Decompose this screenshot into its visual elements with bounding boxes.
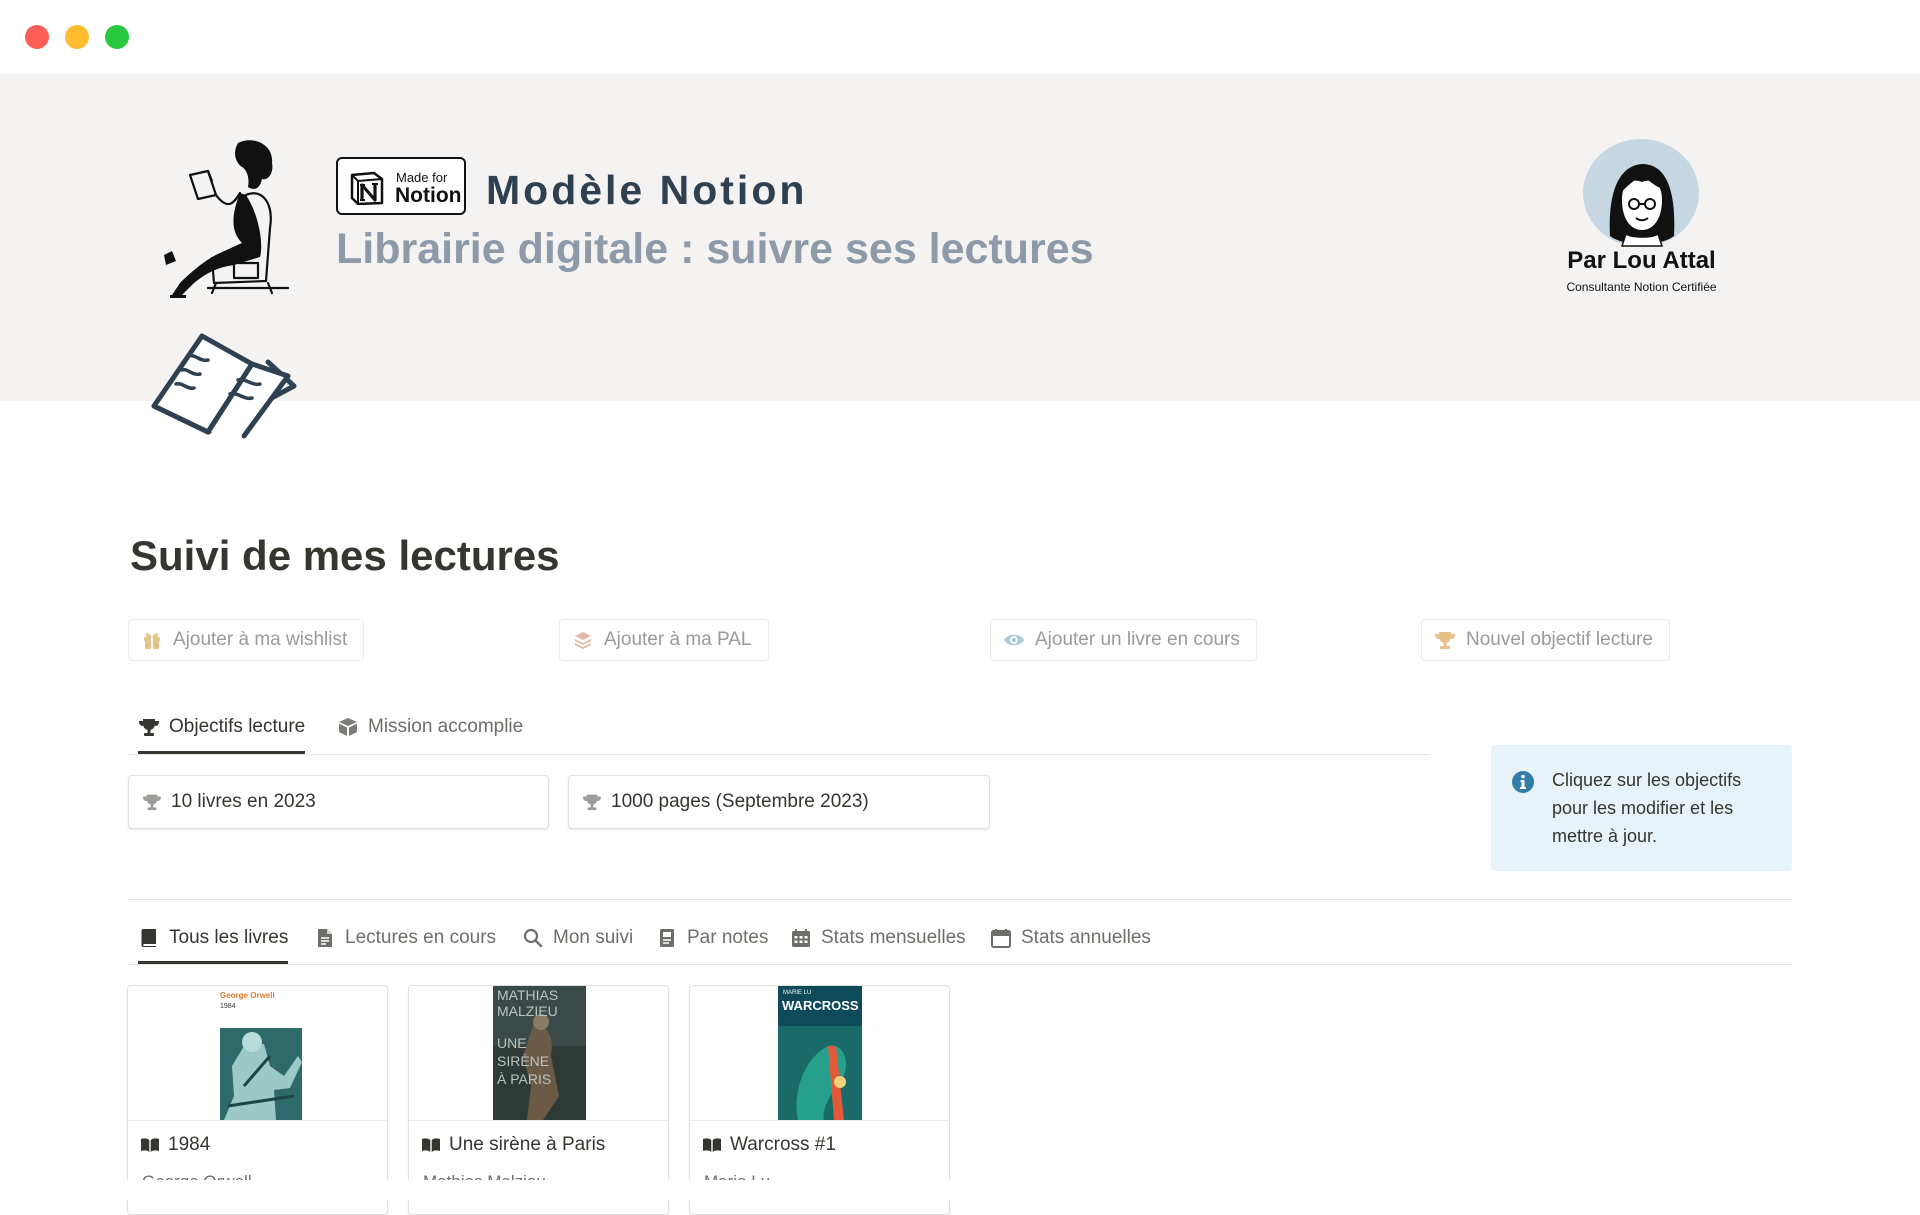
goal-card[interactable]: 10 livres en 2023	[128, 775, 549, 829]
trophy-icon	[581, 791, 603, 813]
banner-subtitle: Librairie digitale : suivre ses lectures	[336, 225, 1094, 273]
book-cover-warcross: MARIE LU WARCROSS	[778, 986, 862, 1120]
banner-title: Modèle Notion	[486, 167, 808, 213]
book-title: Warcross #1	[702, 1134, 836, 1156]
gift-icon	[141, 629, 163, 651]
tab-mon-suivi-label: Mon suivi	[553, 926, 634, 948]
made-for-notion-badge: Made for Notion	[336, 157, 466, 215]
box-icon	[337, 716, 359, 738]
author-role: Consultante Notion Certifiée	[1566, 280, 1717, 294]
add-book-in-progress-label: Ajouter un livre en cours	[1035, 629, 1240, 650]
book-title-text: 1984	[168, 1134, 211, 1155]
section-divider	[128, 899, 1792, 900]
tab-mission-accomplie[interactable]: Mission accomplie	[337, 700, 523, 753]
goal-card[interactable]: 1000 pages (Septembre 2023)	[568, 775, 990, 829]
tab-objectifs-lecture[interactable]: Objectifs lecture	[138, 700, 306, 754]
book-cover-area: MARIE LU WARCROSS	[690, 986, 949, 1121]
cover-line: À PARIS	[497, 1071, 551, 1087]
tab-lectures-en-cours[interactable]: Lectures en cours	[314, 912, 496, 963]
new-reading-goal-button[interactable]: Nouvel objectif lecture	[1421, 619, 1670, 661]
tab-mission-accomplie-label: Mission accomplie	[368, 715, 524, 737]
book-title-text: Warcross #1	[730, 1134, 836, 1155]
minimize-window-button[interactable]	[65, 25, 89, 49]
close-window-button[interactable]	[25, 25, 49, 49]
window-titlebar	[0, 0, 1920, 74]
trophy-icon	[1434, 629, 1456, 651]
eye-icon	[1003, 629, 1025, 651]
tab-par-notes[interactable]: Par notes	[656, 912, 768, 963]
trophy-icon	[138, 716, 160, 738]
author-avatar	[1583, 139, 1699, 247]
tab-tous-les-livres[interactable]: Tous les livres	[138, 912, 289, 964]
info-callout: Cliquez sur les objectifs pour les modif…	[1491, 745, 1792, 871]
book-cover-1984: George Orwell 1984	[214, 986, 304, 1120]
tab-stats-annuelles-label: Stats annuelles	[1021, 926, 1151, 948]
tab-stats-mensuelles[interactable]: Stats mensuelles	[790, 912, 966, 963]
open-book-icon	[702, 1135, 724, 1155]
cover-line: MALZIEU	[497, 1003, 558, 1019]
goal-title: 10 livres en 2023	[171, 791, 316, 812]
search-icon	[522, 927, 544, 949]
author-name: Par Lou Attal	[1567, 247, 1716, 274]
badge-big-text: Notion	[395, 184, 462, 207]
goals-view-tabs: Objectifs lecture Mission accomplie	[128, 700, 1430, 755]
info-icon	[1512, 771, 1534, 793]
tab-tous-les-livres-label: Tous les livres	[169, 926, 289, 948]
book-title: 1984	[140, 1134, 210, 1156]
cover-title-text: WARCROSS	[782, 998, 859, 1013]
woman-reading-illustration	[164, 140, 290, 298]
add-book-in-progress-button[interactable]: Ajouter un livre en cours	[990, 619, 1257, 661]
book-cover-area: George Orwell 1984	[128, 986, 387, 1121]
viewport-bottom-edge	[0, 1180, 1920, 1200]
stack-icon	[572, 629, 594, 651]
open-book-icon	[140, 1135, 162, 1155]
tab-stats-annuelles[interactable]: Stats annuelles	[990, 912, 1151, 963]
book-title: Une sirène à Paris	[421, 1134, 605, 1156]
cover-author-text: George Orwell	[220, 991, 275, 1000]
book-cover-une-sirene-a-paris: MATHIAS MALZIEU UNE SIRÈNE À PARIS	[493, 986, 586, 1120]
books-view-tabs: Tous les livres Lectures en cours Mon su…	[128, 912, 1792, 965]
document-icon	[314, 927, 336, 949]
add-to-pal-label: Ajouter à ma PAL	[604, 629, 752, 650]
book-title-text: Une sirène à Paris	[449, 1134, 606, 1155]
cover-line: MATHIAS	[497, 987, 558, 1003]
cover-author-text: MARIE LU	[783, 990, 811, 996]
cover-line: UNE	[497, 1035, 527, 1051]
open-book-icon	[151, 333, 297, 439]
page-title: Suivi de mes lectures	[130, 532, 560, 579]
tab-par-notes-label: Par notes	[687, 926, 769, 948]
trophy-icon	[141, 791, 163, 813]
book-icon	[138, 927, 160, 949]
book-cover-area: MATHIAS MALZIEU UNE SIRÈNE À PARIS	[409, 986, 668, 1121]
add-to-wishlist-button[interactable]: Ajouter à ma wishlist	[128, 619, 365, 661]
cover-line: SIRÈNE	[497, 1053, 549, 1069]
add-to-pal-button[interactable]: Ajouter à ma PAL	[559, 619, 769, 661]
new-reading-goal-label: Nouvel objectif lecture	[1466, 629, 1653, 650]
tab-stats-mensuelles-label: Stats mensuelles	[821, 926, 966, 948]
tab-mon-suivi[interactable]: Mon suivi	[522, 912, 633, 963]
tab-objectifs-lecture-label: Objectifs lecture	[169, 715, 306, 737]
notion-logo-icon	[350, 171, 384, 205]
badge-small-text: Made for	[396, 170, 448, 185]
callout-text: Cliquez sur les objectifs pour les modif…	[1552, 770, 1742, 846]
open-book-icon	[421, 1135, 443, 1155]
maximize-window-button[interactable]	[105, 25, 129, 49]
add-to-wishlist-label: Ajouter à ma wishlist	[173, 629, 348, 650]
goal-title: 1000 pages (Septembre 2023)	[611, 791, 869, 812]
cover-title-text: 1984	[220, 1003, 236, 1010]
tab-lectures-en-cours-label: Lectures en cours	[345, 926, 497, 948]
calendar-icon	[990, 927, 1012, 949]
notebook-icon	[656, 927, 678, 949]
calendar-grid-icon	[790, 927, 812, 949]
